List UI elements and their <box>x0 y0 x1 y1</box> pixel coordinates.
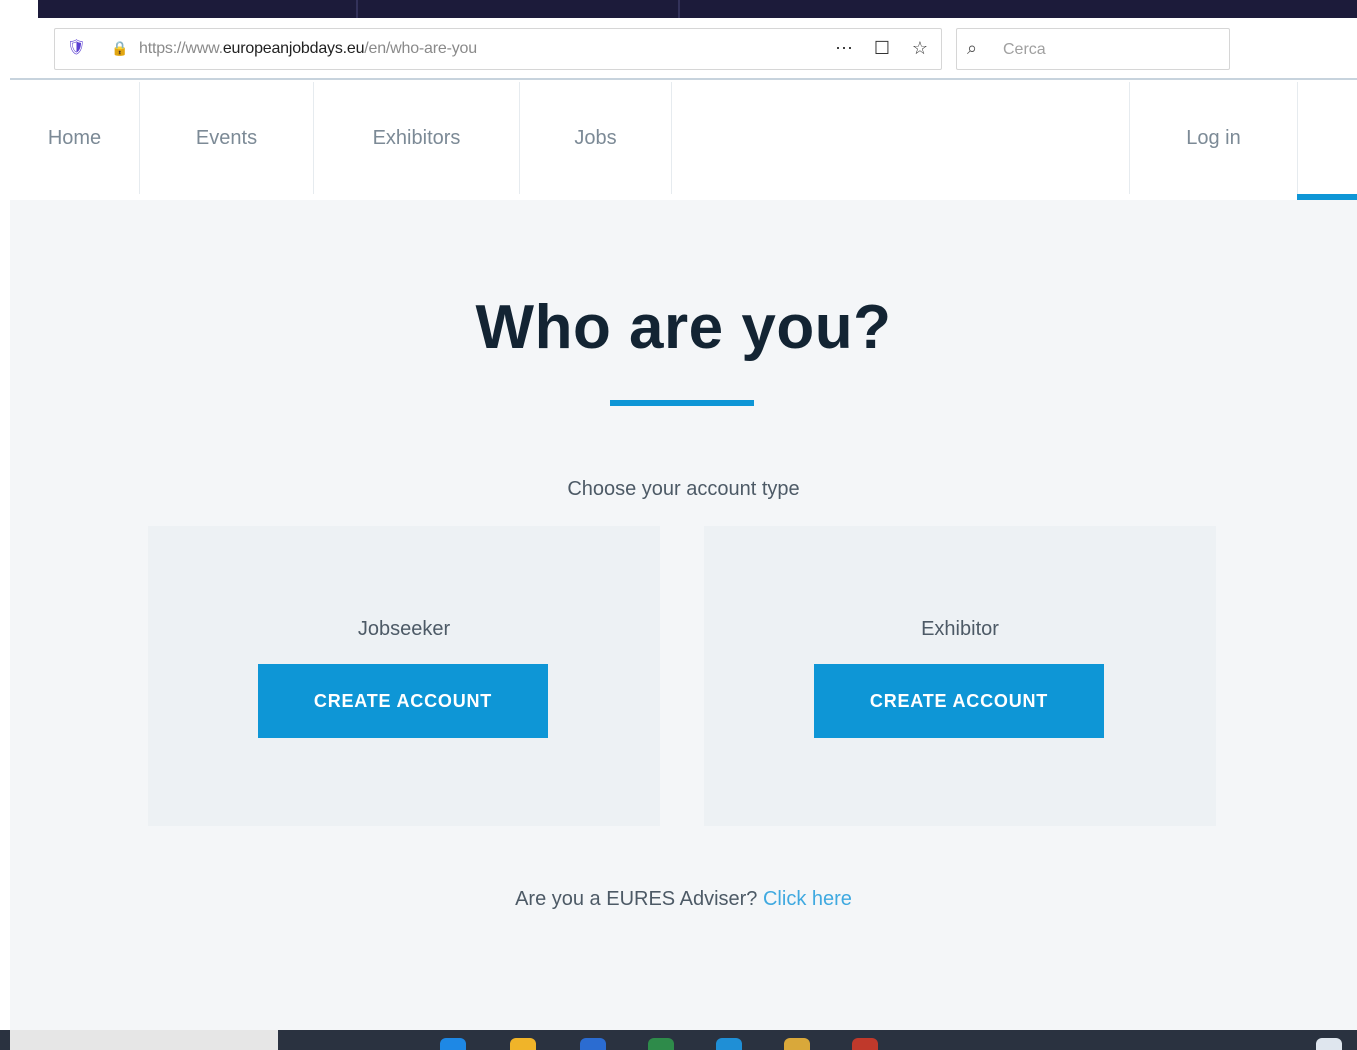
nav-item-exhibitors[interactable]: Exhibitors <box>314 82 520 194</box>
url-domain: europeanjobdays.eu <box>222 40 365 57</box>
title-underline <box>610 400 754 406</box>
star-icon[interactable]: ☆ <box>909 37 931 59</box>
more-actions-icon[interactable]: ⋯ <box>833 37 855 59</box>
card-label-exhibitor: Exhibitor <box>921 618 999 640</box>
site-navigation: Home Events Exhibitors Jobs Log in <box>10 82 1357 200</box>
lock-icon[interactable]: 🔒 <box>111 39 128 57</box>
taskbar-app-icon[interactable] <box>716 1038 742 1050</box>
nav-item-register[interactable] <box>1298 82 1357 194</box>
toolbar-divider <box>10 78 1357 80</box>
taskbar-tray-icon[interactable] <box>1316 1038 1342 1050</box>
main-content: Who are you? Choose your account type Jo… <box>10 200 1357 1030</box>
card-label-jobseeker: Jobseeker <box>357 618 451 640</box>
jobseeker-card: Jobseeker CREATE ACCOUNT <box>148 526 660 826</box>
page-subtitle: Choose your account type <box>567 478 800 500</box>
taskbar-app-icon[interactable] <box>440 1038 466 1050</box>
url-text[interactable]: https://www.europeanjobdays.eu/en/who-ar… <box>139 40 477 58</box>
create-jobseeker-account-button[interactable]: CREATE ACCOUNT <box>258 664 548 738</box>
exhibitor-card: Exhibitor CREATE ACCOUNT <box>704 526 1216 826</box>
search-placeholder: Cerca <box>1003 41 1046 58</box>
os-taskbar <box>0 1030 1357 1050</box>
nav-spacer <box>672 82 1130 194</box>
search-input[interactable]: ⌕ Cerca <box>956 28 1230 70</box>
page-title: Who are you? <box>475 293 892 362</box>
eures-adviser-text: Are you a EURES Adviser? <box>515 888 758 910</box>
nav-item-login[interactable]: Log in <box>1130 82 1298 194</box>
taskbar-app-icon[interactable] <box>784 1038 810 1050</box>
nav-item-jobs[interactable]: Jobs <box>520 82 672 194</box>
eures-adviser-link[interactable]: Click here <box>763 888 852 910</box>
browser-toolbar: 🛡 🔒 https://www.europeanjobdays.eu/en/wh… <box>0 20 1357 80</box>
pocket-icon[interactable]: ☐ <box>871 37 893 59</box>
taskbar-app-icon[interactable] <box>510 1038 536 1050</box>
taskbar-app-icon[interactable] <box>580 1038 606 1050</box>
browser-tab-strip <box>0 0 1357 20</box>
tab-separator <box>678 0 680 18</box>
taskbar-search-area[interactable] <box>10 1030 278 1050</box>
create-exhibitor-account-button[interactable]: CREATE ACCOUNT <box>814 664 1104 738</box>
tracking-protection-icon[interactable]: 🛡 <box>67 39 86 57</box>
nav-item-events[interactable]: Events <box>140 82 314 194</box>
nav-item-home[interactable]: Home <box>10 82 140 194</box>
eures-adviser-prompt: Are you a EURES Adviser? Click here <box>10 888 1357 911</box>
tab-bar <box>38 0 1357 18</box>
taskbar-app-icon[interactable] <box>648 1038 674 1050</box>
taskbar-app-icon[interactable] <box>852 1038 878 1050</box>
tab-separator <box>356 0 358 18</box>
address-bar[interactable]: 🛡 🔒 https://www.europeanjobdays.eu/en/wh… <box>54 28 942 70</box>
page-action-icons: ⋯ ☐ ☆ <box>833 37 931 59</box>
search-icon: ⌕ <box>967 38 978 58</box>
